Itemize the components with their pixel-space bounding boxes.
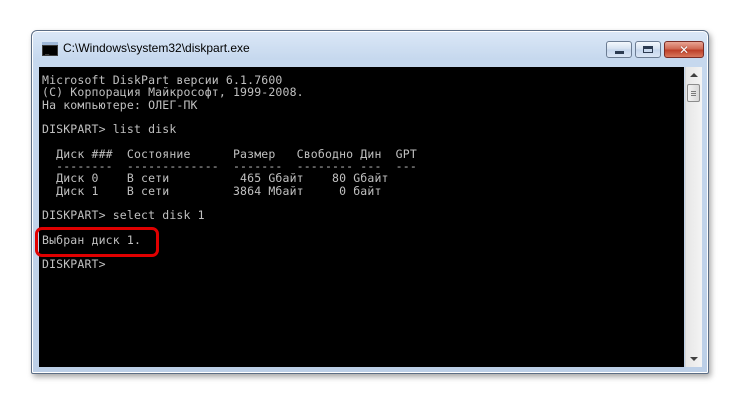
console-output[interactable]: Microsoft DiskPart версии 6.1.7600 (C) Ко… <box>39 67 684 367</box>
console-line: Диск 1 В сети 3864 Мбайт 0 байт <box>42 183 382 198</box>
console-line: DISKPART> list disk <box>42 122 177 137</box>
scrollbar-thumb[interactable] <box>687 84 700 102</box>
arrow-up-icon <box>690 73 698 77</box>
maximize-icon <box>643 46 653 53</box>
console-line: DISKPART> <box>42 257 106 272</box>
minimize-icon <box>614 51 624 54</box>
minimize-button[interactable] <box>606 41 632 58</box>
scroll-down-button[interactable] <box>686 351 702 367</box>
console-line: DISKPART> select disk 1 <box>42 208 205 223</box>
selected-disk-highlight <box>35 227 159 257</box>
close-icon: ✕ <box>678 42 690 57</box>
console-line: Диск 0 В сети 465 Gбайт 80 Gбайт <box>42 171 389 186</box>
arrow-down-icon <box>690 357 698 361</box>
scroll-up-button[interactable] <box>686 67 702 83</box>
console-line: (C) Корпорация Майкрософт, 1999-2008. <box>42 85 304 100</box>
vertical-scrollbar[interactable] <box>685 67 702 367</box>
close-button[interactable]: ✕ <box>664 41 704 58</box>
title-bar[interactable]: _ C:\Windows\system32\diskpart.exe ✕ <box>32 31 708 67</box>
command-prompt-icon[interactable]: _ <box>42 42 58 56</box>
console-line: На компьютере: ОЛЕГ-ПК <box>42 97 198 112</box>
window-title: C:\Windows\system32\diskpart.exe <box>63 41 250 55</box>
console-window: _ C:\Windows\system32\diskpart.exe ✕ Mic… <box>31 30 709 374</box>
maximize-button[interactable] <box>635 41 661 58</box>
